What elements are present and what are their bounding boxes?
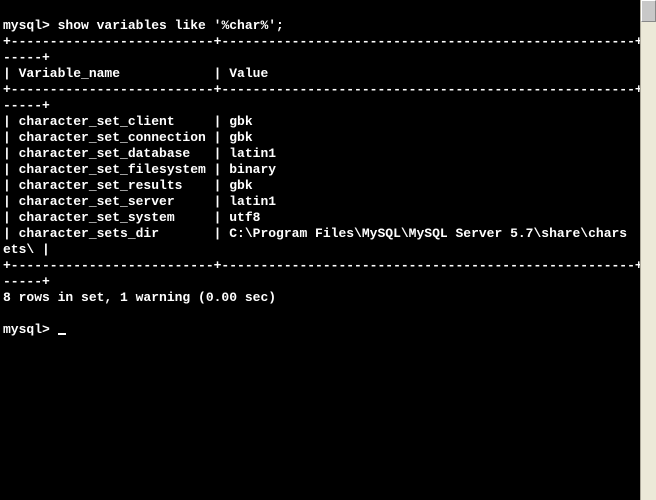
table-border-bottom-wrap: -----+ bbox=[3, 274, 50, 289]
table-row: | character_set_server | latin1 | bbox=[3, 194, 640, 209]
table-border-top-wrap: -----+ bbox=[3, 50, 50, 65]
table-border-mid: +--------------------------+------------… bbox=[3, 82, 640, 97]
scroll-thumb[interactable] bbox=[641, 0, 656, 22]
result-summary: 8 rows in set, 1 warning (0.00 sec) bbox=[3, 290, 276, 305]
table-row: | character_set_filesystem | binary | bbox=[3, 162, 640, 177]
table-border-top: +--------------------------+------------… bbox=[3, 34, 640, 49]
prompt: mysql> bbox=[3, 18, 50, 33]
table-row: | character_set_connection | gbk | bbox=[3, 130, 640, 145]
table-row: | character_set_system | utf8 | bbox=[3, 210, 640, 225]
cursor bbox=[58, 333, 66, 335]
table-header: | Variable_name | Value | bbox=[3, 66, 640, 81]
table-border-mid-wrap: -----+ bbox=[3, 98, 50, 113]
table-row-wrap: ets\ | bbox=[3, 242, 50, 257]
mysql-terminal[interactable]: mysql> show variables like '%char%'; +--… bbox=[0, 0, 640, 500]
table-row: | character_set_results | gbk | bbox=[3, 178, 640, 193]
prompt: mysql> bbox=[3, 322, 50, 337]
table-row: | character_set_client | gbk | bbox=[3, 114, 640, 129]
table-row: | character_sets_dir | C:\Program Files\… bbox=[3, 226, 627, 241]
vertical-scrollbar[interactable] bbox=[640, 0, 656, 500]
table-border-bottom: +--------------------------+------------… bbox=[3, 258, 640, 273]
table-row: | character_set_database | latin1 | bbox=[3, 146, 640, 161]
sql-command: show variables like '%char%'; bbox=[58, 18, 284, 33]
